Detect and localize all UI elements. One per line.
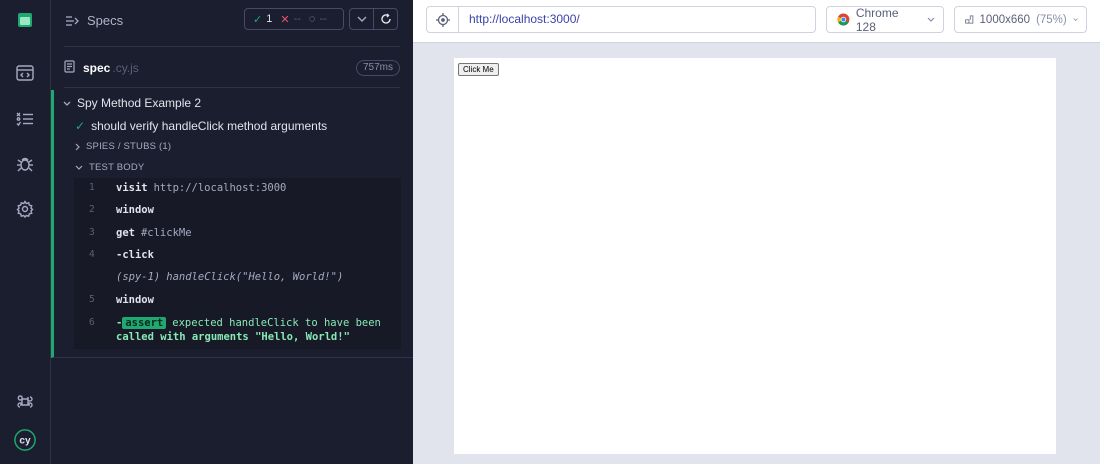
cypress-logo-icon[interactable]: cy (14, 429, 36, 451)
reporter-header: Specs ✓ 1 ✕ -- ◌ -- (51, 0, 413, 45)
click-me-button[interactable]: Click Me (458, 63, 499, 76)
aut-toolbar: http://localhost:3000/ Chrome 128 1000x6… (413, 0, 1100, 43)
check-icon: ✓ (75, 119, 86, 133)
viewport-info[interactable]: 1000x660 (75%) (954, 6, 1087, 33)
crosshair-icon (435, 12, 450, 27)
duration-badge: 757ms (355, 60, 400, 76)
side-nav: cy (0, 0, 51, 464)
pending-stat: ◌ -- (308, 13, 327, 25)
aut-viewport: Click Me (454, 58, 1056, 454)
check-icon: ✓ (253, 13, 263, 26)
specs-title: Specs (87, 13, 124, 28)
runs-list-icon[interactable] (14, 108, 36, 130)
specs-toggle[interactable]: Specs (65, 13, 123, 28)
reporter-panel: Specs ✓ 1 ✕ -- ◌ -- spec .cy.js 757ms Spy Me… (51, 0, 413, 464)
refresh-icon (380, 13, 391, 24)
test-stats: ✓ 1 ✕ -- ◌ -- (244, 8, 344, 30)
browser-icon[interactable] (14, 62, 36, 84)
specs-list-icon (66, 15, 79, 26)
chevron-down-icon (63, 101, 71, 106)
selector-playground-button[interactable] (426, 6, 459, 33)
spec-file-name: spec .cy.js (83, 61, 139, 75)
suite-block: Spy Method Example 2 ✓ should verify han… (51, 90, 413, 358)
test-title[interactable]: ✓ should verify handleClick method argum… (75, 119, 327, 133)
chevron-down-icon (75, 165, 83, 170)
app-logo-icon[interactable] (14, 9, 36, 31)
passed-stat: ✓ 1 (253, 13, 273, 26)
suite-title[interactable]: Spy Method Example 2 (63, 96, 201, 110)
keyboard-shortcuts-icon[interactable] (14, 391, 36, 413)
browser-selector[interactable]: Chrome 128 (826, 6, 944, 34)
document-icon (64, 60, 75, 76)
test-body-toggle[interactable]: TEST BODY (75, 162, 144, 173)
assert-badge: assert (122, 317, 167, 329)
svg-text:cy: cy (19, 436, 31, 447)
settings-gear-icon[interactable] (14, 198, 36, 220)
chevron-down-icon (357, 16, 366, 22)
debug-bug-icon[interactable] (14, 153, 36, 175)
app-under-test: http://localhost:3000/ Chrome 128 1000x6… (413, 0, 1100, 464)
x-icon: ✕ (280, 13, 290, 26)
chevron-down-icon (927, 17, 935, 22)
spec-file-row[interactable]: spec .cy.js 757ms (64, 46, 400, 88)
command-log: 1 visit http://localhost:3000 2 window 3 … (74, 178, 401, 349)
chevron-down-icon (1073, 18, 1078, 22)
collapse-all-button[interactable] (349, 8, 374, 30)
chrome-icon (837, 13, 850, 26)
rerun-button[interactable] (373, 8, 398, 30)
viewport-resize-icon (965, 15, 974, 24)
chevron-right-icon (75, 143, 80, 150)
pending-circle-icon: ◌ (308, 13, 316, 25)
failed-stat: ✕ -- (280, 13, 301, 26)
url-bar[interactable]: http://localhost:3000/ (458, 6, 816, 33)
spies-stubs-toggle[interactable]: SPIES / STUBS (1) (75, 141, 171, 152)
